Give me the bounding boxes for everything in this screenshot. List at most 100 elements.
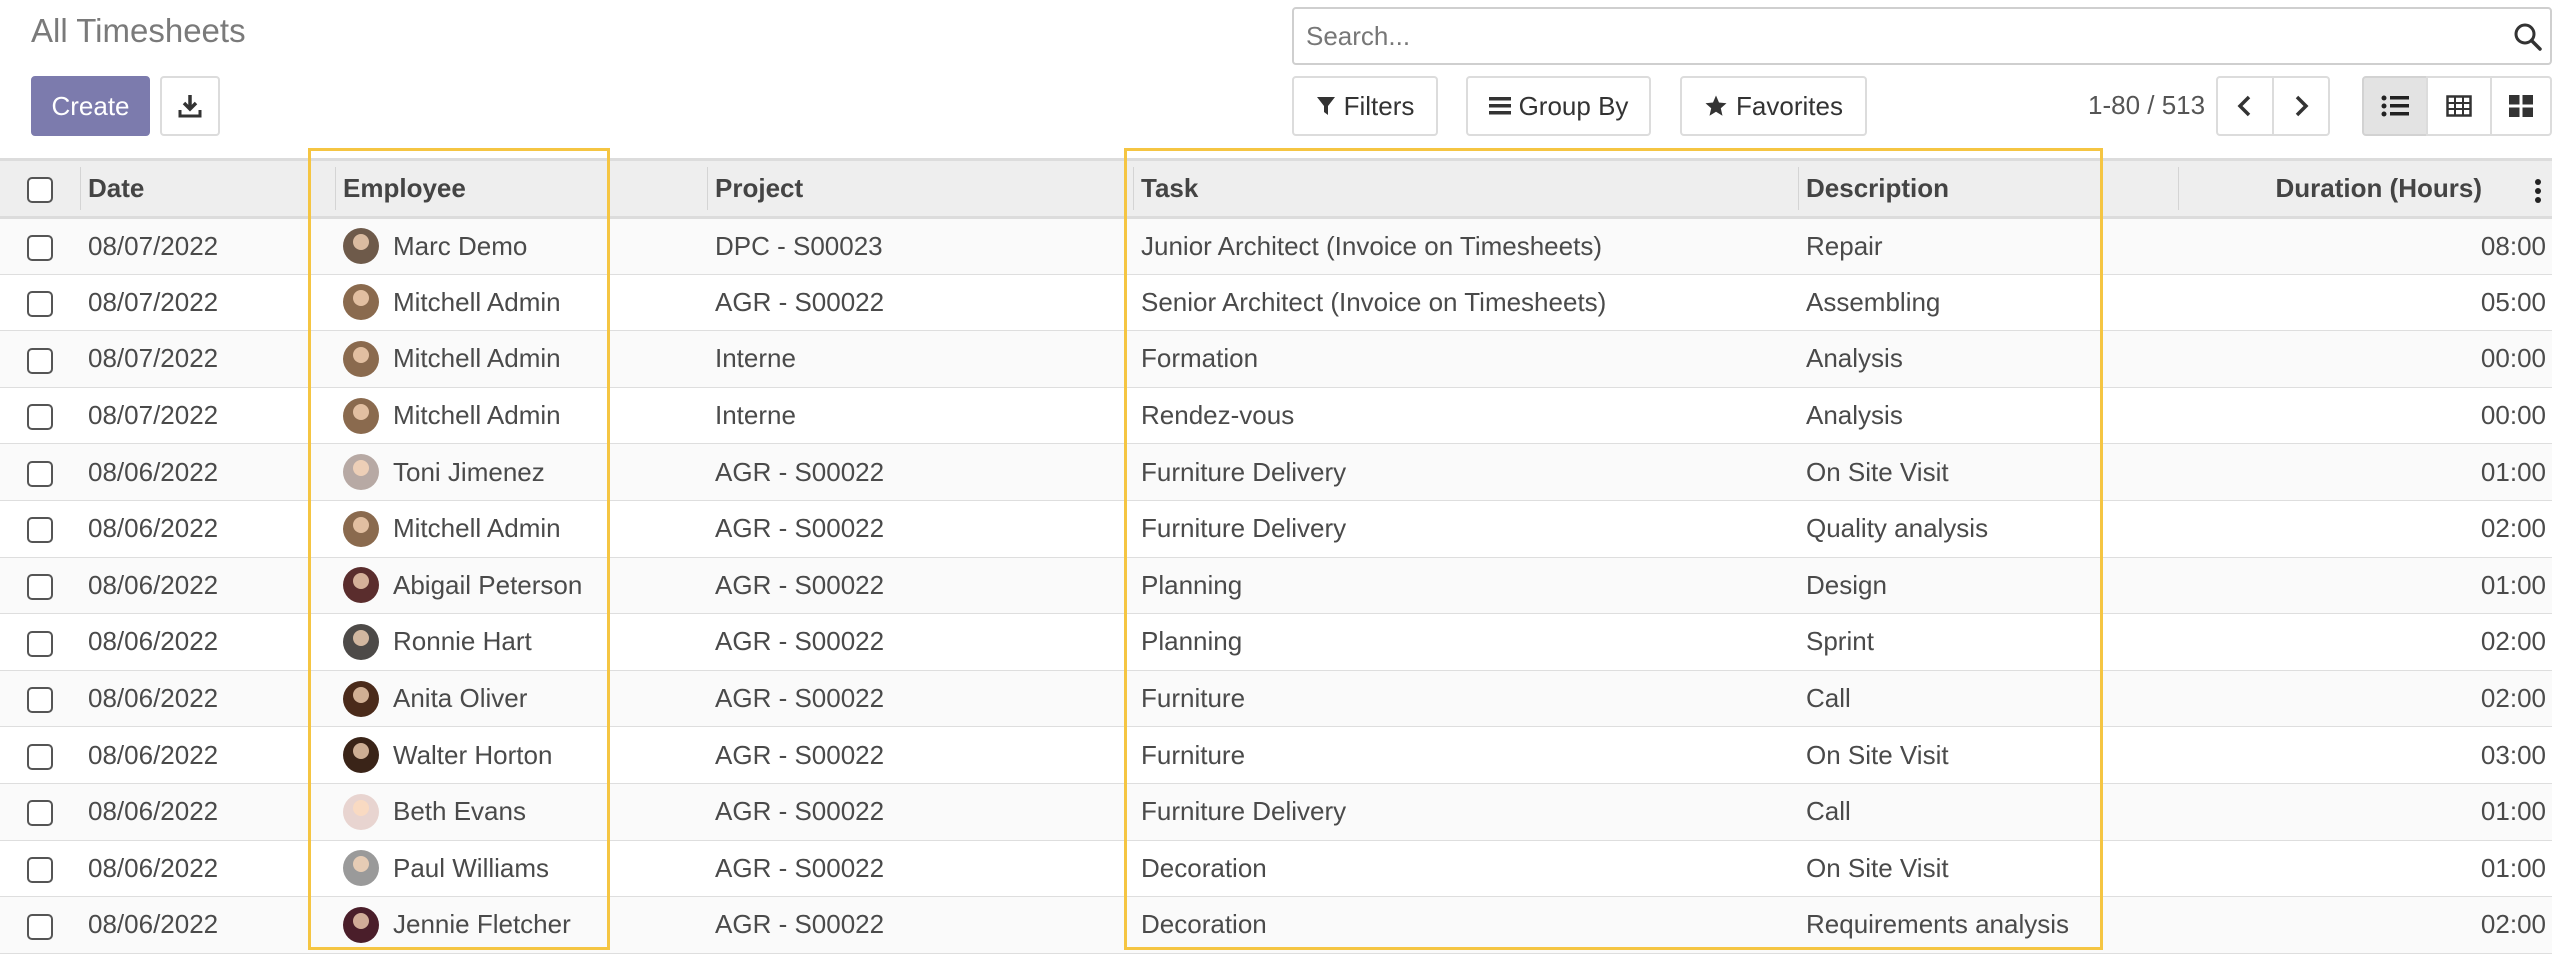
cell-duration[interactable]: 01:00 — [2178, 444, 2552, 501]
employee-widget[interactable]: Toni Jimenez — [343, 454, 699, 491]
kanban-view-button[interactable] — [2490, 76, 2552, 136]
employee-widget[interactable]: Walter Horton — [343, 737, 699, 774]
cell-employee[interactable]: Beth Evans — [335, 783, 707, 840]
row-checkbox[interactable] — [27, 800, 53, 827]
cell-description[interactable]: Assembling — [1798, 274, 2178, 331]
cell-date[interactable]: 08/06/2022 — [80, 670, 335, 727]
table-row[interactable]: 08/06/2022 Mitchell Admin AGR - S00022 Furn… — [0, 500, 2552, 558]
cell-project[interactable]: AGR - S00022 — [707, 670, 1133, 727]
cell-project[interactable]: AGR - S00022 — [707, 444, 1133, 501]
cell-date[interactable]: 08/07/2022 — [80, 331, 335, 388]
pager-previous-button[interactable] — [2216, 76, 2274, 136]
employee-widget[interactable]: Mitchell Admin — [343, 284, 699, 321]
employee-widget[interactable]: Paul Williams — [343, 850, 699, 887]
cell-employee[interactable]: Anita Oliver — [335, 670, 707, 727]
cell-project[interactable]: AGR - S00022 — [707, 840, 1133, 897]
cell-description[interactable]: Analysis — [1798, 331, 2178, 388]
cell-duration[interactable]: 01:00 — [2178, 840, 2552, 897]
cell-task[interactable]: Junior Architect (Invoice on Timesheets) — [1133, 218, 1798, 275]
cell-task[interactable]: Planning — [1133, 557, 1798, 614]
cell-project[interactable]: DPC - S00023 — [707, 218, 1133, 275]
row-checkbox[interactable] — [27, 404, 53, 431]
cell-employee[interactable]: Mitchell Admin — [335, 331, 707, 388]
cell-date[interactable]: 08/07/2022 — [80, 387, 335, 444]
cell-task[interactable]: Decoration — [1133, 897, 1798, 954]
row-checkbox[interactable] — [27, 347, 53, 374]
employee-widget[interactable]: Mitchell Admin — [343, 510, 699, 547]
cell-employee[interactable]: Mitchell Admin — [335, 387, 707, 444]
favorites-button[interactable]: Favorites — [1680, 76, 1867, 136]
table-row[interactable]: 08/06/2022 Ronnie Hart AGR - S00022 Plannin… — [0, 614, 2552, 671]
row-checkbox[interactable] — [27, 460, 53, 487]
employee-widget[interactable]: Marc Demo — [343, 228, 699, 265]
cell-employee[interactable]: Toni Jimenez — [335, 444, 707, 501]
row-checkbox[interactable] — [27, 573, 53, 600]
cell-duration[interactable]: 00:00 — [2178, 331, 2552, 388]
search-input[interactable] — [1294, 9, 2550, 63]
cell-task[interactable]: Senior Architect (Invoice on Timesheets) — [1133, 274, 1798, 331]
cell-date[interactable]: 08/06/2022 — [80, 557, 335, 614]
group-by-button[interactable]: Group By — [1466, 76, 1651, 136]
cell-project[interactable]: Interne — [707, 387, 1133, 444]
cell-description[interactable]: Repair — [1798, 218, 2178, 275]
cell-employee[interactable]: Abigail Peterson — [335, 557, 707, 614]
cell-date[interactable]: 08/06/2022 — [80, 840, 335, 897]
cell-task[interactable]: Furniture Delivery — [1133, 783, 1798, 840]
table-row[interactable]: 08/06/2022 Beth Evans AGR - S00022 Furnitur… — [0, 783, 2552, 841]
employee-widget[interactable]: Jennie Fletcher — [343, 906, 699, 943]
row-checkbox[interactable] — [27, 743, 53, 770]
row-checkbox[interactable] — [27, 856, 53, 883]
cell-date[interactable]: 08/07/2022 — [80, 274, 335, 331]
table-row[interactable]: 08/07/2022 Mitchell Admin Interne Formation… — [0, 330, 2552, 388]
row-checkbox[interactable] — [27, 913, 53, 940]
row-checkbox[interactable] — [27, 234, 53, 261]
employee-widget[interactable]: Beth Evans — [343, 793, 699, 830]
cell-employee[interactable]: Jennie Fletcher — [335, 897, 707, 954]
employee-widget[interactable]: Mitchell Admin — [343, 340, 699, 377]
table-row[interactable]: 08/06/2022 Paul Williams AGR - S00022 Decor… — [0, 840, 2552, 897]
cell-project[interactable]: AGR - S00022 — [707, 274, 1133, 331]
cell-employee[interactable]: Mitchell Admin — [335, 274, 707, 331]
cell-task[interactable]: Decoration — [1133, 840, 1798, 897]
employee-widget[interactable]: Abigail Peterson — [343, 567, 699, 604]
cell-task[interactable]: Planning — [1133, 614, 1798, 671]
cell-task[interactable]: Furniture — [1133, 670, 1798, 727]
cell-description[interactable]: Quality analysis — [1798, 500, 2178, 557]
optional-columns-icon[interactable] — [2534, 179, 2542, 203]
cell-description[interactable]: Sprint — [1798, 614, 2178, 671]
column-header-description[interactable]: Description — [1798, 160, 2178, 218]
column-header-date[interactable]: Date — [80, 160, 335, 218]
cell-date[interactable]: 08/06/2022 — [80, 444, 335, 501]
table-row[interactable]: 08/06/2022 Anita Oliver AGR - S00022 Furnit… — [0, 670, 2552, 727]
filters-button[interactable]: Filters — [1292, 76, 1438, 136]
cell-employee[interactable]: Mitchell Admin — [335, 500, 707, 557]
cell-project[interactable]: AGR - S00022 — [707, 897, 1133, 954]
cell-project[interactable]: AGR - S00022 — [707, 783, 1133, 840]
cell-date[interactable]: 08/06/2022 — [80, 727, 335, 784]
cell-duration[interactable]: 02:00 — [2178, 614, 2552, 671]
row-checkbox[interactable] — [27, 687, 53, 714]
select-all-checkbox[interactable] — [27, 177, 53, 204]
table-row[interactable]: 08/06/2022 Walter Horton AGR - S00022 Furni… — [0, 727, 2552, 784]
cell-duration[interactable]: 01:00 — [2178, 557, 2552, 614]
cell-project[interactable]: AGR - S00022 — [707, 614, 1133, 671]
cell-description[interactable]: On Site Visit — [1798, 727, 2178, 784]
cell-duration[interactable]: 08:00 — [2178, 218, 2552, 275]
cell-description[interactable]: Analysis — [1798, 387, 2178, 444]
cell-task[interactable]: Rendez-vous — [1133, 387, 1798, 444]
pivot-view-button[interactable] — [2426, 76, 2492, 136]
table-row[interactable]: 08/06/2022 Jennie Fletcher AGR - S00022 Dec… — [0, 896, 2552, 954]
search-icon[interactable] — [2512, 21, 2544, 53]
cell-duration[interactable]: 02:00 — [2178, 500, 2552, 557]
cell-date[interactable]: 08/06/2022 — [80, 614, 335, 671]
cell-date[interactable]: 08/06/2022 — [80, 897, 335, 954]
column-header-project[interactable]: Project — [707, 160, 1133, 218]
column-header-employee[interactable]: Employee — [335, 160, 707, 218]
employee-widget[interactable]: Ronnie Hart — [343, 623, 699, 660]
cell-task[interactable]: Furniture — [1133, 727, 1798, 784]
cell-description[interactable]: Requirements analysis — [1798, 897, 2178, 954]
pager-value[interactable]: 1-80 / 513 — [2088, 90, 2205, 121]
cell-duration[interactable]: 05:00 — [2178, 274, 2552, 331]
cell-description[interactable]: On Site Visit — [1798, 840, 2178, 897]
cell-date[interactable]: 08/06/2022 — [80, 500, 335, 557]
